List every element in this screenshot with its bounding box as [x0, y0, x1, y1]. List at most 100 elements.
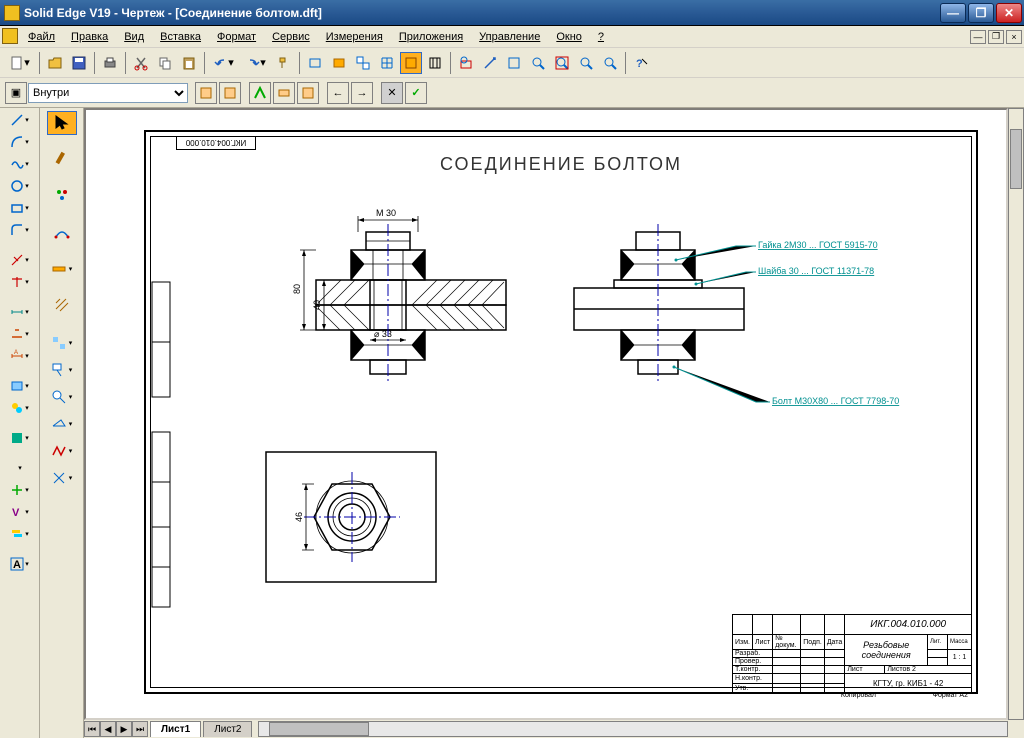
dim-tool-b[interactable] — [6, 272, 34, 292]
connect-tool[interactable] — [47, 257, 77, 281]
horizontal-scrollbar[interactable] — [258, 721, 1008, 737]
menu-help[interactable]: ? — [590, 28, 612, 46]
dim-tool-a[interactable] — [6, 250, 34, 270]
zoom-area-button[interactable] — [527, 52, 549, 74]
print-button[interactable] — [99, 52, 121, 74]
surface-tool[interactable] — [47, 412, 77, 436]
dim-group-tool[interactable] — [47, 331, 77, 355]
centerline-tool[interactable] — [47, 466, 77, 490]
app-icon — [4, 5, 20, 21]
window-tool-button[interactable] — [352, 52, 374, 74]
menu-manage[interactable]: Управление — [471, 28, 548, 46]
selection-filter-combo[interactable]: Внутри — [28, 83, 188, 103]
svg-text:A: A — [13, 559, 21, 571]
save-button[interactable] — [68, 52, 90, 74]
drawing-canvas[interactable]: ИКГ.004.010.000 СОЕДИНЕНИЕ БОЛТОМ M 30 — [84, 108, 1008, 720]
menu-view[interactable]: Вид — [116, 28, 152, 46]
menu-insert[interactable]: Вставка — [152, 28, 209, 46]
line-tool[interactable] — [6, 110, 34, 130]
snap-button[interactable] — [400, 52, 422, 74]
nav-right-button[interactable]: → — [351, 82, 373, 104]
svg-text:80: 80 — [292, 284, 302, 294]
mdi-restore-button[interactable]: ❐ — [988, 30, 1004, 44]
tab-nav-first[interactable]: ⏮ — [84, 721, 100, 737]
tool-x1[interactable] — [6, 480, 34, 500]
curve-tool[interactable] — [6, 154, 34, 174]
menu-file[interactable]: Файл — [20, 28, 63, 46]
zoom-tool-button[interactable] — [575, 52, 597, 74]
menu-window[interactable]: Окно — [548, 28, 590, 46]
svg-text:Шайба 30 ... ГОСТ 11371-78: Шайба 30 ... ГОСТ 11371-78 — [758, 266, 874, 276]
arc-tool[interactable] — [6, 132, 34, 152]
nav-left-button[interactable]: ← — [327, 82, 349, 104]
separator — [450, 52, 451, 74]
svg-text:40: 40 — [312, 300, 322, 310]
menu-edit[interactable]: Правка — [63, 28, 116, 46]
menu-measure[interactable]: Измерения — [318, 28, 391, 46]
paste-button[interactable] — [178, 52, 200, 74]
angle-dim-tool[interactable]: A — [6, 346, 34, 366]
undo-button[interactable]: ▾ — [209, 52, 239, 74]
accept-icon[interactable]: ✓ — [405, 82, 427, 104]
smart-dim-tool[interactable] — [6, 302, 34, 322]
layers-tool[interactable] — [6, 524, 34, 544]
mdi-minimize-button[interactable]: — — [970, 30, 986, 44]
weld-tool[interactable] — [47, 439, 77, 463]
vertical-scrollbar[interactable] — [1008, 108, 1024, 720]
tab-nav-next[interactable]: ▶ — [116, 721, 132, 737]
mdi-close-button[interactable]: × — [1006, 30, 1022, 44]
intellisketch-tool[interactable] — [47, 183, 77, 207]
distance-dim-tool[interactable] — [6, 324, 34, 344]
maximize-button[interactable]: ❐ — [968, 3, 994, 23]
hatch-tool[interactable] — [47, 293, 77, 317]
ribbon-btn-2[interactable] — [219, 82, 241, 104]
new-button[interactable]: ▾ — [5, 52, 35, 74]
copy-button[interactable] — [154, 52, 176, 74]
close-button[interactable]: ✕ — [996, 3, 1022, 23]
format-painter-button[interactable] — [273, 52, 295, 74]
pan-button[interactable] — [599, 52, 621, 74]
drawing-view-tool[interactable] — [6, 376, 34, 396]
open-button[interactable] — [44, 52, 66, 74]
select-tool[interactable] — [47, 111, 77, 135]
main-toolbar: ▾ ▾ ▾ ? — [0, 48, 1024, 78]
filter-icon[interactable]: ▣ — [5, 82, 27, 104]
ellipse-button[interactable] — [328, 52, 350, 74]
zoom-fit-button[interactable] — [551, 52, 573, 74]
fill-tool[interactable] — [6, 428, 34, 448]
redo-button[interactable]: ▾ — [241, 52, 271, 74]
ribbon-btn-4[interactable] — [273, 82, 295, 104]
fillet-tool[interactable] — [6, 220, 34, 240]
text-tool[interactable]: A — [6, 554, 34, 574]
tab-nav-prev[interactable]: ◀ — [100, 721, 116, 737]
grid-button[interactable] — [376, 52, 398, 74]
minimize-button[interactable]: — — [940, 3, 966, 23]
sheet-tab-1[interactable]: Лист1 — [150, 721, 201, 737]
cancel-icon[interactable]: ✕ — [381, 82, 403, 104]
rotate-view-button[interactable] — [479, 52, 501, 74]
relation-tool[interactable] — [47, 221, 77, 245]
menu-service[interactable]: Сервис — [264, 28, 318, 46]
menu-format[interactable]: Формат — [209, 28, 264, 46]
rect-button[interactable] — [304, 52, 326, 74]
rectangle-tool[interactable] — [6, 198, 34, 218]
zoom-window-button[interactable] — [455, 52, 477, 74]
tool-x2[interactable]: V — [6, 502, 34, 522]
callout-tool[interactable] — [47, 358, 77, 382]
vscroll-thumb[interactable] — [1010, 129, 1022, 189]
sheet-tab-2[interactable]: Лист2 — [203, 721, 252, 737]
dim-edit-tool[interactable] — [6, 398, 34, 418]
poly-button[interactable] — [424, 52, 446, 74]
cut-button[interactable] — [130, 52, 152, 74]
refresh-button[interactable] — [503, 52, 525, 74]
ribbon-btn-5[interactable] — [297, 82, 319, 104]
menu-apps[interactable]: Приложения — [391, 28, 471, 46]
ribbon-btn-3[interactable] — [249, 82, 271, 104]
tab-nav-last[interactable]: ⏭ — [132, 721, 148, 737]
ribbon-btn-1[interactable] — [195, 82, 217, 104]
help-button[interactable]: ? — [630, 52, 652, 74]
balloon-tool[interactable] — [47, 385, 77, 409]
sketch-tool[interactable] — [47, 147, 77, 171]
hscroll-thumb[interactable] — [269, 722, 369, 736]
circle-tool[interactable] — [6, 176, 34, 196]
